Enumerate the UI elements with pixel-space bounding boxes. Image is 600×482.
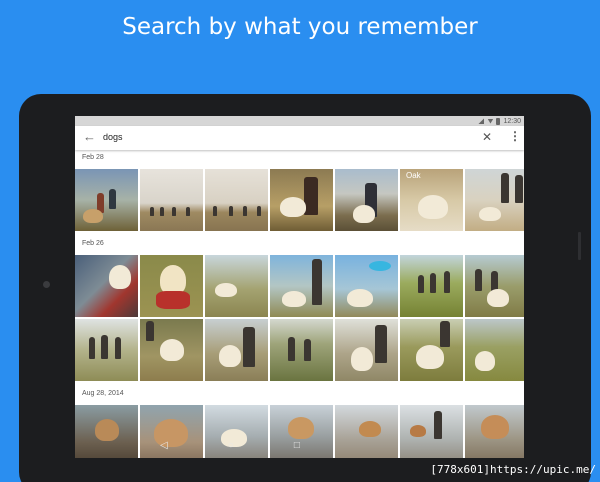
photo-tile[interactable]	[270, 255, 333, 317]
photo-tile[interactable]	[270, 169, 333, 231]
photo-row-1: Oak	[75, 169, 524, 231]
photo-tile[interactable]	[75, 319, 138, 381]
nav-bar: ◁ ○ □	[130, 437, 330, 454]
banner-title: Search by what you remember	[122, 14, 478, 40]
search-bar: ← dogs ✕ ⋮	[75, 126, 524, 150]
photo-tile[interactable]	[140, 255, 203, 317]
wifi-icon	[487, 118, 494, 124]
side-button	[578, 232, 581, 260]
arrow-back-icon[interactable]: ←	[83, 129, 96, 144]
watermark-text: [778x601]https://upic.me/	[430, 463, 596, 476]
photo-tile[interactable]	[400, 255, 463, 317]
section-date: Aug 28, 2014	[82, 390, 124, 397]
photo-tile[interactable]	[335, 319, 398, 381]
app-screen: 12:30 ← dogs ✕ ⋮ Feb 28 Oak Feb 26 Aug 2…	[75, 116, 524, 458]
battery-icon	[496, 117, 501, 125]
photo-tile[interactable]	[140, 169, 203, 231]
photo-tile[interactable]	[465, 169, 524, 231]
close-icon[interactable]: ✕	[482, 130, 492, 144]
photo-tile[interactable]	[205, 319, 268, 381]
search-input[interactable]: dogs	[103, 132, 123, 142]
status-time: 12:30	[503, 117, 521, 125]
photo-row-3	[75, 319, 524, 381]
photo-tile[interactable]	[400, 405, 463, 458]
photo-tile[interactable]	[75, 405, 138, 458]
photo-tile[interactable]	[140, 319, 203, 381]
signal-icon	[478, 118, 485, 124]
photo-tile[interactable]	[335, 255, 398, 317]
photo-tile[interactable]	[205, 255, 268, 317]
photo-tile[interactable]	[335, 169, 398, 231]
nav-back-icon[interactable]: ◁	[160, 440, 168, 451]
photo-tile[interactable]	[465, 255, 524, 317]
section-date: Feb 28	[82, 154, 104, 161]
photo-tile[interactable]	[75, 255, 138, 317]
photo-tile[interactable]	[465, 319, 524, 381]
more-vert-icon[interactable]: ⋮	[509, 129, 521, 143]
status-bar: 12:30	[75, 116, 524, 126]
photo-tile[interactable]	[400, 319, 463, 381]
photo-tile[interactable]	[270, 319, 333, 381]
nav-home-icon[interactable]: ○	[228, 440, 234, 451]
photo-tile[interactable]	[465, 405, 524, 458]
photo-row-2	[75, 255, 524, 317]
photo-tile[interactable]	[75, 169, 138, 231]
section-date: Feb 26	[82, 240, 104, 247]
photo-overlay-label: Oak	[406, 171, 421, 180]
photo-tile[interactable]	[335, 405, 398, 458]
nav-recents-icon[interactable]: □	[294, 440, 300, 451]
camera-icon	[43, 281, 50, 288]
photo-tile[interactable]: Oak	[400, 169, 463, 231]
photo-tile[interactable]	[205, 169, 268, 231]
